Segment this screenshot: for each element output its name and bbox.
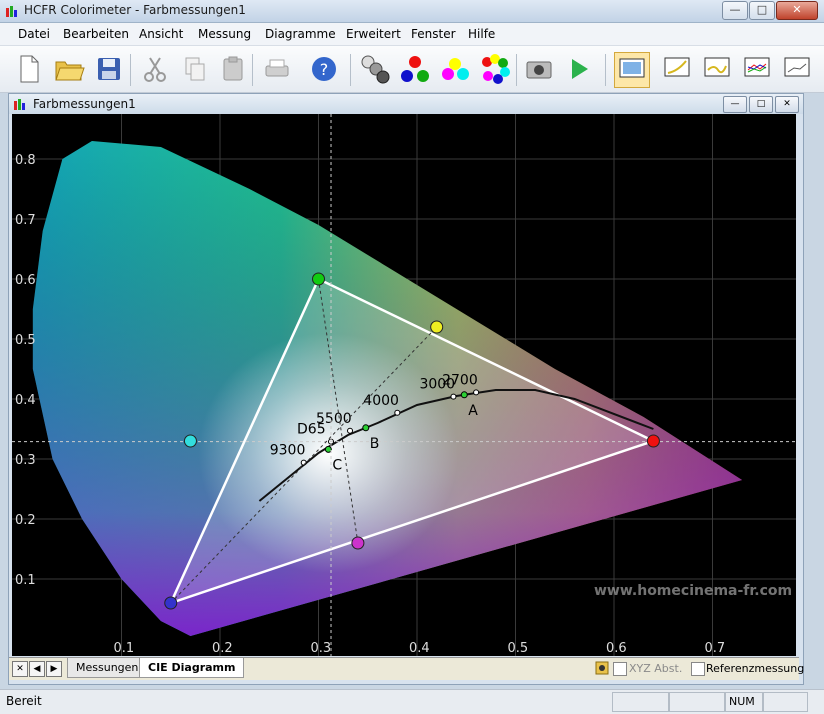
magenta-point: [351, 536, 365, 550]
status-text: Bereit: [6, 694, 42, 708]
red-point: [646, 434, 660, 448]
temperature-label: 5500: [316, 411, 352, 427]
window-title: HCFR Colorimeter - Farbmessungen1: [24, 3, 246, 17]
doc-maximize-button[interactable]: □: [749, 96, 773, 113]
monitor-icon[interactable]: [614, 52, 650, 88]
primaries-icon[interactable]: [398, 52, 432, 86]
y-tick-label: 0.5: [15, 333, 36, 348]
status-bar: Bereit NUM: [0, 689, 824, 714]
temperature-point: [394, 409, 401, 416]
chart-luminance-icon[interactable]: [700, 52, 734, 86]
blue-point: [164, 596, 178, 610]
secondaries-icon[interactable]: [438, 52, 472, 86]
svg-text:?: ?: [320, 60, 329, 79]
menu-messung[interactable]: Messung: [198, 27, 251, 41]
open-folder-icon[interactable]: [52, 52, 86, 86]
status-num: NUM: [724, 692, 764, 712]
menu-datei[interactable]: Datei: [18, 27, 50, 41]
temperature-label: 2700: [442, 372, 478, 388]
help-icon[interactable]: ?: [307, 52, 341, 86]
title-bar: HCFR Colorimeter - Farbmessungen1 — □ ✕: [0, 0, 824, 23]
status-panel-3: [762, 692, 808, 712]
app-icon: [6, 6, 17, 17]
camera-icon[interactable]: [522, 52, 556, 86]
tab-next-button[interactable]: ▶: [46, 661, 62, 677]
temperature-point: [347, 427, 354, 434]
print-icon[interactable]: [260, 52, 294, 86]
cie-diagram: 9300 D65 5500 4000 3000 2700 A B C 0.1 0.2 0.3 0.4 0…: [12, 114, 796, 656]
menu-bearbeiten[interactable]: Bearbeiten: [63, 27, 129, 41]
tab-close-button[interactable]: ✕: [12, 661, 28, 677]
watermark-text: www.homecinema-fr.com: [594, 583, 792, 599]
copy-icon[interactable]: [178, 52, 212, 86]
menu-fenster[interactable]: Fenster: [411, 27, 456, 41]
illuminant-point: [362, 424, 370, 432]
status-panel-1: [612, 692, 670, 712]
menu-bar: Datei Bearbeiten Ansicht Messung Diagram…: [0, 23, 824, 46]
new-document-icon[interactable]: [12, 52, 46, 86]
y-tick-label: 0.2: [15, 513, 36, 528]
temperature-point: [473, 389, 480, 396]
white-point-glow: [198, 333, 459, 573]
x-tick-label: 0.2: [212, 641, 233, 656]
chart-rgb-icon[interactable]: [740, 52, 774, 86]
menu-erweitert[interactable]: Erweitert: [346, 27, 401, 41]
options-icon[interactable]: [595, 661, 609, 675]
all-colors-icon[interactable]: [478, 52, 512, 86]
x-tick-label: 0.1: [114, 641, 135, 656]
x-tick-label: 0.3: [311, 641, 332, 656]
y-tick-label: 0.3: [15, 453, 36, 468]
y-tick-label: 0.6: [15, 273, 36, 288]
cie-chart-svg: 9300D655500400030002700ABC 0.1 0.2 0.3 0.4 0…: [12, 114, 796, 656]
minimize-button[interactable]: —: [722, 1, 748, 20]
paste-icon[interactable]: [216, 52, 250, 86]
illuminant-label: C: [332, 457, 342, 473]
sheet-tabs: ✕ ◀ ▶ Messungen CIE Diagramm XYZ Abst. R…: [9, 657, 804, 680]
temperature-label: 9300: [270, 443, 306, 459]
menu-ansicht[interactable]: Ansicht: [139, 27, 183, 41]
x-tick-label: 0.6: [606, 641, 627, 656]
doc-close-button[interactable]: ✕: [775, 96, 799, 113]
x-tick-label: 0.7: [705, 641, 726, 656]
tab-cie-diagramm[interactable]: CIE Diagramm: [139, 658, 245, 678]
y-tick-label: 0.8: [15, 153, 36, 168]
document-icon: [14, 99, 25, 110]
save-icon[interactable]: [92, 52, 126, 86]
xyz-label: XYZ Abst.: [629, 662, 683, 675]
gray-scale-icon[interactable]: [358, 52, 392, 86]
temperature-point: [450, 393, 457, 400]
cyan-point: [183, 434, 197, 448]
tab-prev-button[interactable]: ◀: [29, 661, 45, 677]
reference-checkbox[interactable]: [691, 662, 705, 676]
chart-deltae-icon[interactable]: [780, 52, 814, 86]
illuminant-label: B: [370, 436, 380, 452]
cut-icon[interactable]: [138, 52, 172, 86]
play-icon[interactable]: [562, 52, 596, 86]
close-button[interactable]: ✕: [776, 1, 818, 20]
illuminant-point: [324, 445, 332, 453]
document-title-bar: Farbmessungen1 — □ ✕: [9, 94, 803, 114]
y-tick-label: 0.4: [15, 393, 36, 408]
doc-minimize-button[interactable]: —: [723, 96, 747, 113]
chart-gamma-icon[interactable]: [660, 52, 694, 86]
maximize-button[interactable]: □: [749, 1, 775, 20]
xyz-checkbox[interactable]: [613, 662, 627, 676]
green-point: [312, 272, 325, 286]
tab-messungen[interactable]: Messungen: [67, 658, 148, 678]
reference-label: Referenzmessung: [706, 662, 805, 675]
status-panel-2: [668, 692, 726, 712]
x-tick-label: 0.5: [508, 641, 529, 656]
x-tick-label: 0.4: [409, 641, 430, 656]
toolbar: ?: [0, 46, 824, 93]
yellow-point: [430, 320, 444, 334]
menu-hilfe[interactable]: Hilfe: [468, 27, 495, 41]
y-tick-label: 0.1: [15, 573, 36, 588]
y-tick-label: 0.7: [15, 213, 36, 228]
document-title: Farbmessungen1: [33, 97, 136, 111]
temperature-label: 4000: [363, 393, 399, 409]
menu-diagramme[interactable]: Diagramme: [265, 27, 336, 41]
illuminant-point: [460, 391, 468, 399]
illuminant-label: A: [468, 403, 478, 419]
